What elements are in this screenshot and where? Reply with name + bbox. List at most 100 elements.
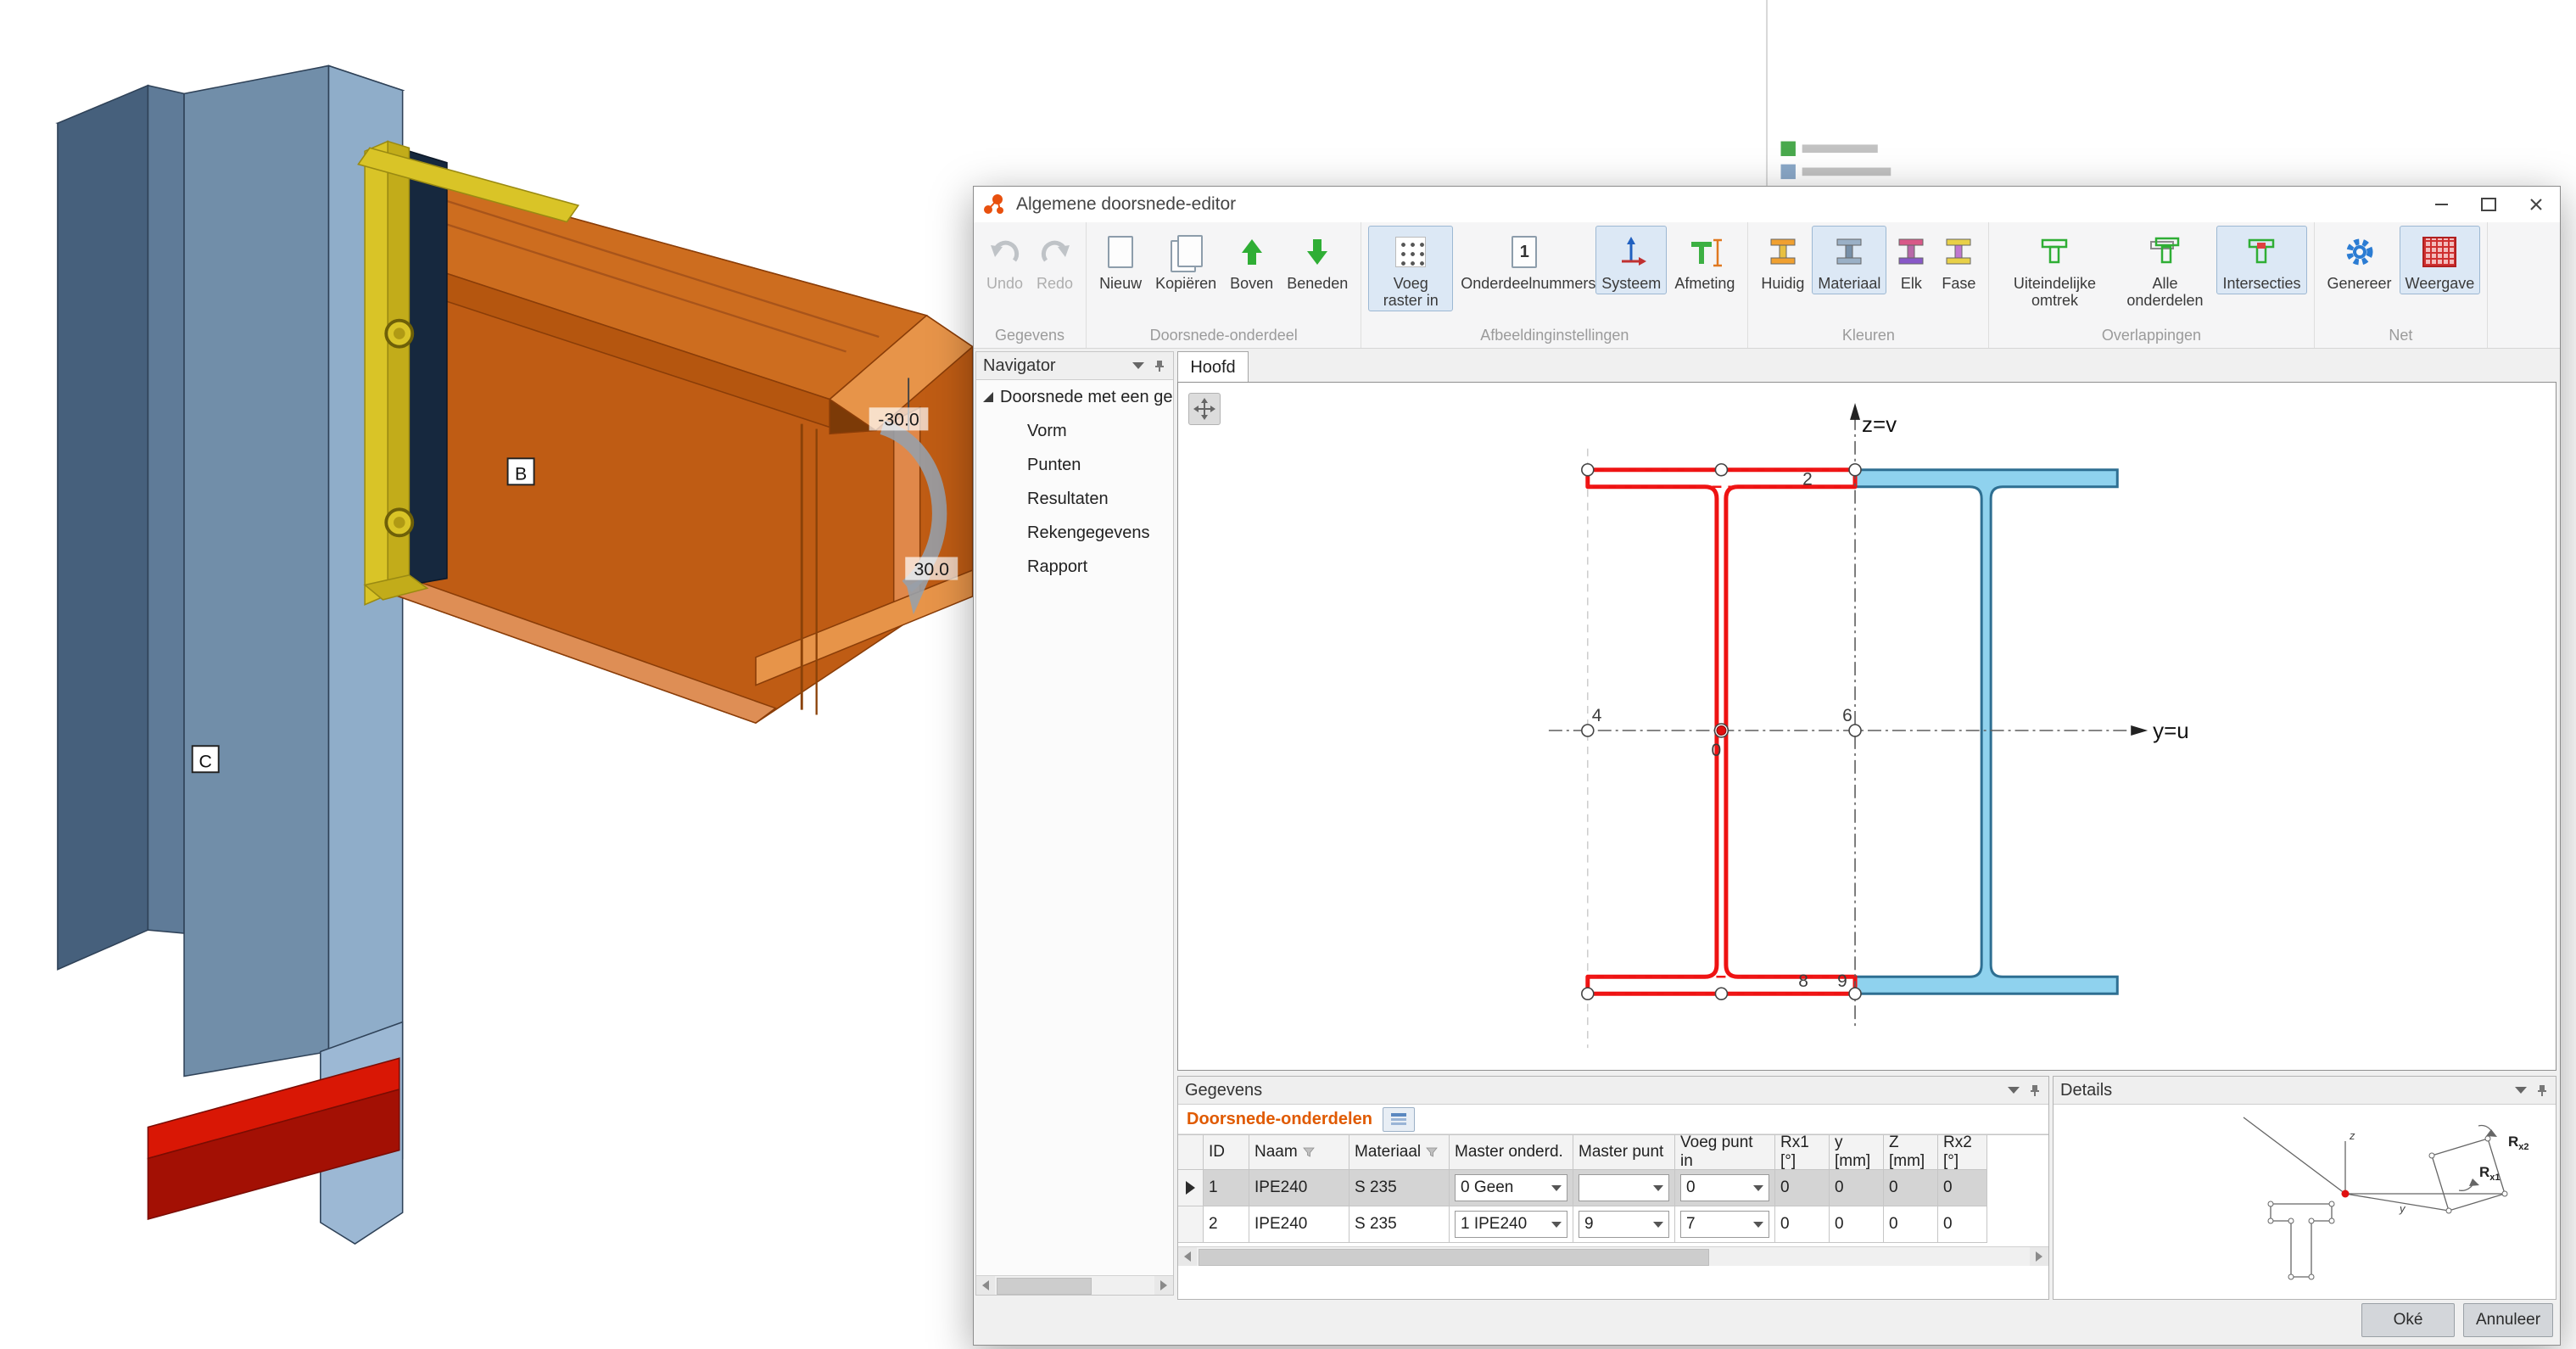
cell-rx1[interactable]: 0 [1775, 1206, 1830, 1243]
col-header-selector [1178, 1135, 1204, 1170]
row-selector[interactable] [1178, 1170, 1204, 1206]
dialog-title: Algemene doorsnede-editor [1016, 194, 1236, 215]
copy-icon [1171, 229, 1201, 275]
chevron-down-icon[interactable] [2515, 1087, 2527, 1094]
maximize-button[interactable] [2465, 187, 2512, 222]
cell-rx2[interactable]: 0 [1938, 1206, 1987, 1243]
beneden-button[interactable]: Beneden [1281, 226, 1354, 294]
voeg-punt-in-dropdown[interactable]: 7 [1680, 1211, 1769, 1238]
col-header-materiaal[interactable]: Materiaal [1349, 1135, 1450, 1170]
tab-hoofd[interactable]: Hoofd [1177, 351, 1249, 383]
materiaal-button[interactable]: Materiaal [1812, 226, 1886, 294]
tree-expander-icon[interactable] [983, 392, 993, 402]
cell-naam[interactable]: IPE240 [1249, 1170, 1349, 1206]
scroll-right-arrow[interactable] [2030, 1247, 2048, 1266]
col-header-rx2[interactable]: Rx2 [°] [1938, 1135, 1987, 1170]
pin-icon[interactable] [2535, 1083, 2549, 1097]
onderdeelnummers-button[interactable]: 1 Onderdeelnummers [1455, 226, 1594, 294]
origin-point[interactable] [1717, 726, 1726, 736]
fase-button[interactable]: Fase [1936, 226, 1981, 294]
cell-naam[interactable]: IPE240 [1249, 1206, 1349, 1243]
chevron-down-icon[interactable] [2008, 1087, 2020, 1094]
voeg-raster-in-button[interactable]: Voeg raster in [1368, 226, 1453, 311]
tree-item-rekengegevens[interactable]: Rekengegevens [976, 516, 1173, 550]
huidig-button[interactable]: Huidig [1755, 226, 1810, 294]
scroll-left-arrow[interactable] [976, 1276, 995, 1295]
master-onderd-dropdown[interactable]: 0 Geen [1455, 1174, 1567, 1201]
col-header-z[interactable]: Z [mm] [1884, 1135, 1938, 1170]
navigator-header[interactable]: Navigator [976, 352, 1173, 380]
tree-item-resultaten[interactable]: Resultaten [976, 482, 1173, 516]
col-header-voeg-punt-in[interactable]: Voeg punt in [1675, 1135, 1775, 1170]
pin-icon[interactable] [2028, 1083, 2042, 1097]
intersecties-button[interactable]: Intersecties [2216, 226, 2306, 294]
filter-icon[interactable] [1303, 1147, 1315, 1157]
dialog-titlebar[interactable]: Algemene doorsnede-editor [974, 187, 2560, 223]
col-header-rx1[interactable]: Rx1 [°] [1775, 1135, 1830, 1170]
close-button[interactable] [2512, 187, 2560, 222]
chevron-down-icon [1753, 1185, 1763, 1191]
col-header-id[interactable]: ID [1204, 1135, 1249, 1170]
background-app-fragment [1767, 0, 1891, 186]
cell-voeg-punt-in: 7 [1675, 1206, 1775, 1243]
tab-doorsnede-onderdelen[interactable]: Doorsnede-onderdelen [1187, 1110, 1372, 1129]
gegevens-header[interactable]: Gegevens [1178, 1077, 2048, 1105]
section-part-2[interactable] [1855, 470, 2117, 994]
undo-button[interactable]: Undo [981, 226, 1029, 294]
weergave-button[interactable]: Weergave [2400, 226, 2481, 294]
cell-z[interactable]: 0 [1884, 1206, 1938, 1243]
master-punt-dropdown[interactable] [1579, 1174, 1669, 1201]
kopieren-button[interactable]: Kopiëren [1149, 226, 1222, 294]
tree-item-rapport[interactable]: Rapport [976, 550, 1173, 584]
tree-item-vorm[interactable]: Vorm [976, 414, 1173, 448]
chevron-down-icon [1653, 1222, 1663, 1228]
cell-y[interactable]: 0 [1830, 1206, 1884, 1243]
cell-rx2[interactable]: 0 [1938, 1170, 1987, 1206]
col-header-master-punt[interactable]: Master punt [1573, 1135, 1675, 1170]
chevron-down-icon[interactable] [1132, 362, 1144, 369]
col-header-naam[interactable]: Naam [1249, 1135, 1349, 1170]
grid-dots-icon [1395, 229, 1426, 275]
filter-icon[interactable] [1426, 1147, 1438, 1157]
cell-id[interactable]: 1 [1204, 1170, 1249, 1206]
navigator-scrollbar[interactable] [976, 1275, 1173, 1295]
section-drawing[interactable]: z=v y=u 2 4 6 8 9 0 [1178, 383, 2556, 1070]
scroll-right-arrow[interactable] [1154, 1276, 1173, 1295]
cell-rx1[interactable]: 0 [1775, 1170, 1830, 1206]
details-header[interactable]: Details [2054, 1077, 2556, 1105]
elk-button[interactable]: Elk [1888, 226, 1934, 294]
cell-id[interactable]: 2 [1204, 1206, 1249, 1243]
table-scrollbar[interactable] [1178, 1246, 2048, 1266]
pin-icon[interactable] [1153, 359, 1166, 372]
scroll-left-arrow[interactable] [1178, 1247, 1197, 1266]
cell-z[interactable]: 0 [1884, 1170, 1938, 1206]
section-parts-toolbar-button[interactable] [1383, 1107, 1415, 1132]
uiteindelijke-omtrek-button[interactable]: Uiteindelijke omtrek [1996, 226, 2113, 311]
master-onderd-dropdown[interactable]: 1 IPE240 [1455, 1211, 1567, 1238]
minimize-button[interactable] [2417, 187, 2465, 222]
afmeting-button[interactable]: Afmeting [1668, 226, 1741, 294]
nieuw-button[interactable]: Nieuw [1093, 226, 1148, 294]
drawing-canvas[interactable]: z=v y=u 2 4 6 8 9 0 [1177, 382, 2556, 1071]
col-header-master-onderd[interactable]: Master onderd. [1450, 1135, 1573, 1170]
master-punt-dropdown[interactable]: 9 [1579, 1211, 1669, 1238]
scroll-thumb[interactable] [997, 1278, 1092, 1295]
cell-materiaal[interactable]: S 235 [1349, 1170, 1450, 1206]
redo-button[interactable]: Redo [1031, 226, 1079, 294]
scroll-thumb[interactable] [1199, 1249, 1709, 1266]
cell-materiaal[interactable]: S 235 [1349, 1206, 1450, 1243]
cell-y[interactable]: 0 [1830, 1170, 1884, 1206]
systeem-button[interactable]: Systeem [1595, 226, 1667, 294]
cancel-button[interactable]: Annuleer [2463, 1303, 2553, 1337]
tree-item-punten[interactable]: Punten [976, 448, 1173, 482]
boven-button[interactable]: Boven [1224, 226, 1279, 294]
alle-onderdelen-button[interactable]: Alle onderdelen [2115, 226, 2215, 311]
ok-button[interactable]: Oké [2361, 1303, 2455, 1337]
pan-view-button[interactable] [1188, 393, 1221, 425]
voeg-punt-in-dropdown[interactable]: 0 [1680, 1174, 1769, 1201]
col-header-y[interactable]: y [mm] [1830, 1135, 1884, 1170]
tree-root-doorsnede[interactable]: Doorsnede met een gen [976, 380, 1173, 414]
y-param-label: y [2399, 1202, 2406, 1215]
genereer-button[interactable]: Genereer [2322, 226, 2398, 294]
row-selector[interactable] [1178, 1206, 1204, 1243]
